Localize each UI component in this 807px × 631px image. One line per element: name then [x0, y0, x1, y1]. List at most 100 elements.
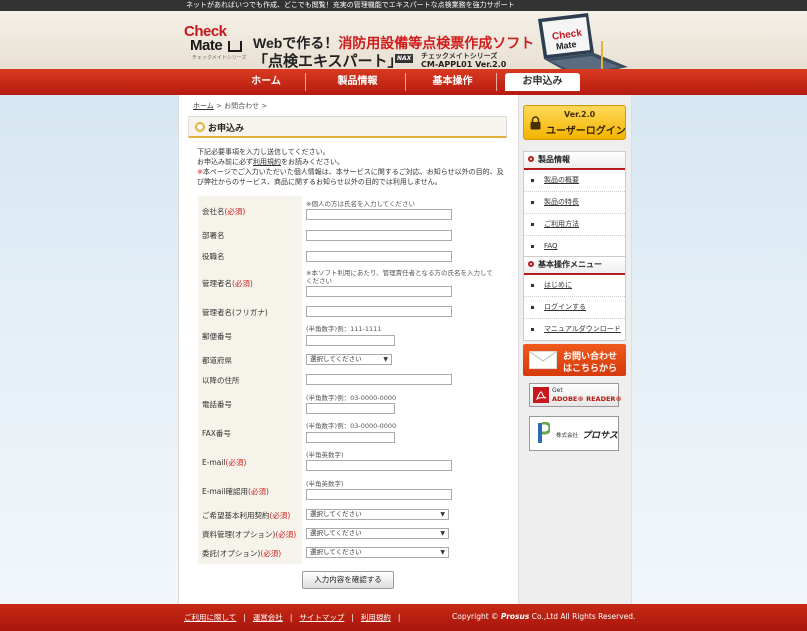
prosus-logo-icon — [538, 422, 550, 443]
breadcrumb-separator: > — [216, 102, 222, 110]
footer-link-terms-of-use[interactable]: ご利用に際して — [184, 613, 236, 622]
label-doc-management: 資料管理(オプション)(必須) — [202, 529, 296, 540]
version-label: CM-APPL01 Ver.2.0 — [421, 60, 507, 69]
sidebar-item-label: 製品の特長 — [544, 198, 579, 206]
prefecture-selected: 選択してください — [310, 355, 362, 363]
privacy-note: ※本ページでご入力いただいた個人情報は、本サービスに関するご対応、お知らせ以外の… — [197, 167, 507, 187]
note-email-confirm: (半角英数字) — [306, 480, 344, 488]
adobe-pdf-icon — [533, 387, 549, 403]
sidebar-item-faq[interactable]: FAQ — [524, 236, 625, 257]
breadcrumb-home[interactable]: ホーム — [193, 102, 214, 110]
confirm-submit-button[interactable]: 入力内容を確認する — [302, 571, 394, 589]
sidebar-item-features[interactable]: 製品の特長 — [524, 192, 625, 214]
footer-link-company[interactable]: 運営会社 — [253, 613, 283, 622]
sidebar-item-label: FAQ — [544, 242, 558, 250]
company-input[interactable] — [306, 209, 452, 220]
required-mark: (必須) — [248, 487, 269, 496]
adobe-reader-banner[interactable]: Get ADOBE® READER® — [529, 383, 622, 407]
required-mark: (必須) — [275, 530, 297, 539]
bullet-icon — [531, 284, 534, 287]
bullet-icon — [531, 201, 534, 204]
copyright-brand: Prosus — [500, 612, 530, 621]
basic-ops-box: 基本操作メニュー はじめに ログインする マニュアルダウンロード — [523, 256, 626, 341]
sidebar-item-usage[interactable]: ご利用方法 — [524, 214, 625, 236]
label-email: E-mail(必須) — [202, 457, 246, 468]
copyright-prefix: Copyright © — [452, 612, 499, 621]
footer-link-sitemap[interactable]: サイトマップ — [299, 613, 344, 622]
sidebar-item-label: ログインする — [544, 303, 586, 311]
ring-icon — [528, 261, 534, 267]
nav-separator — [305, 73, 306, 91]
doc-management-select[interactable]: 選択してください ▼ — [306, 528, 449, 539]
intro-text: 下記必要事項を入力し送信してください。 お申込み前に必ず利用規約をお読みください… — [197, 147, 507, 187]
label-manager-text: 管理者名 — [202, 279, 232, 288]
label-fax: FAX番号 — [202, 429, 231, 438]
position-input[interactable] — [306, 251, 452, 262]
email-confirm-input[interactable] — [306, 489, 452, 500]
nav-basic-ops[interactable]: 基本操作 — [415, 69, 490, 95]
bullet-icon — [531, 245, 534, 248]
label-email-confirm: E-mail確認用(必須) — [202, 486, 269, 497]
note-email: (半角英数字) — [306, 451, 344, 459]
label-address: 以降の住所 — [202, 376, 240, 385]
sidebar-item-intro[interactable]: はじめに — [524, 275, 625, 297]
label-company-text: 会社名 — [202, 207, 225, 216]
sidebar-item-label: ご利用方法 — [544, 220, 579, 228]
note-company: ※個人の方は氏名を入力してください — [306, 200, 416, 208]
product-name: 「点検エキスパート」 — [253, 53, 403, 70]
label-manager-kana: 管理者名(フリガナ) — [202, 308, 268, 317]
adobe-reader: ADOBE® READER® — [552, 395, 622, 403]
basic-contract-select[interactable]: 選択してください ▼ — [306, 509, 449, 520]
checkmate-logo[interactable]: Check Mate チェックメイトシリーズ — [184, 24, 247, 69]
contact-button[interactable]: お問い合わせ はこちらから — [523, 344, 626, 376]
bullet-icon — [531, 306, 534, 309]
prosus-company-prefix: 株式会社 — [556, 433, 579, 439]
login-version: Ver.2.0 — [564, 110, 596, 119]
address-input[interactable] — [306, 374, 452, 385]
email-input[interactable] — [306, 460, 452, 471]
basic-contract-selected: 選択してください — [310, 510, 362, 518]
department-input[interactable] — [306, 230, 452, 241]
required-mark: (必須) — [260, 549, 282, 558]
dropdown-arrow-icon: ▼ — [440, 511, 445, 518]
bullet-icon — [531, 328, 534, 331]
basic-ops-heading: 基本操作メニュー — [524, 257, 625, 275]
phone-input[interactable] — [306, 403, 395, 414]
outsourcing-select[interactable]: 選択してください ▼ — [306, 547, 449, 558]
envelope-icon — [529, 351, 557, 369]
ring-icon — [528, 156, 534, 162]
note-phone: (半角数字)例：03-0000-0000 — [306, 394, 397, 402]
login-label: ユーザーログイン — [546, 126, 626, 137]
nav-product-info[interactable]: 製品情報 — [320, 69, 395, 95]
label-doc-management-text: 資料管理(オプション) — [202, 530, 276, 539]
section-heading: お申込み — [188, 116, 507, 138]
intro-line2-suffix: をお読みください。 — [281, 158, 344, 166]
section-title: お申込み — [208, 124, 245, 134]
footer-separator: | — [243, 613, 246, 622]
prefecture-select[interactable]: 選択してください ▼ — [306, 354, 392, 365]
footer-link-terms[interactable]: 利用規約 — [361, 613, 391, 622]
site-header: Check Mate チェックメイトシリーズ Webで作る！消防用設備等点検票作… — [0, 11, 807, 70]
manager-input[interactable] — [306, 286, 452, 297]
label-phone: 電話番号 — [202, 400, 232, 409]
product-info-title: 製品情報 — [538, 155, 570, 164]
sidebar-item-login[interactable]: ログインする — [524, 297, 625, 319]
terms-link[interactable]: 利用規約 — [253, 158, 281, 166]
manager-kana-input[interactable] — [306, 306, 452, 317]
label-email-confirm-text: E-mail確認用 — [202, 487, 249, 496]
site-footer: ご利用に際して | 運営会社 | サイトマップ | 利用規約 | Copyright © Pr… — [0, 604, 807, 631]
product-info-box: 製品情報 製品の概要 製品の特長 ご利用方法 FAQ — [523, 151, 626, 258]
prosus-banner[interactable]: 株式会社 プロサス — [529, 416, 619, 451]
nav-application[interactable]: お申込み — [505, 73, 580, 91]
user-login-button[interactable]: Ver.2.0 ユーザーログイン — [523, 105, 626, 140]
sidebar-item-overview[interactable]: 製品の概要 — [524, 170, 625, 192]
nav-home[interactable]: ホーム — [230, 69, 302, 95]
required-mark: (必須) — [232, 279, 253, 288]
breadcrumb-current: お問合わせ — [224, 102, 260, 110]
postal-input[interactable] — [306, 335, 395, 346]
dropdown-arrow-icon: ▼ — [383, 356, 388, 363]
sidebar-item-manual-download[interactable]: マニュアルダウンロード — [524, 319, 625, 340]
fax-input[interactable] — [306, 432, 395, 443]
basic-ops-title: 基本操作メニュー — [538, 260, 602, 269]
lock-icon — [530, 116, 541, 130]
